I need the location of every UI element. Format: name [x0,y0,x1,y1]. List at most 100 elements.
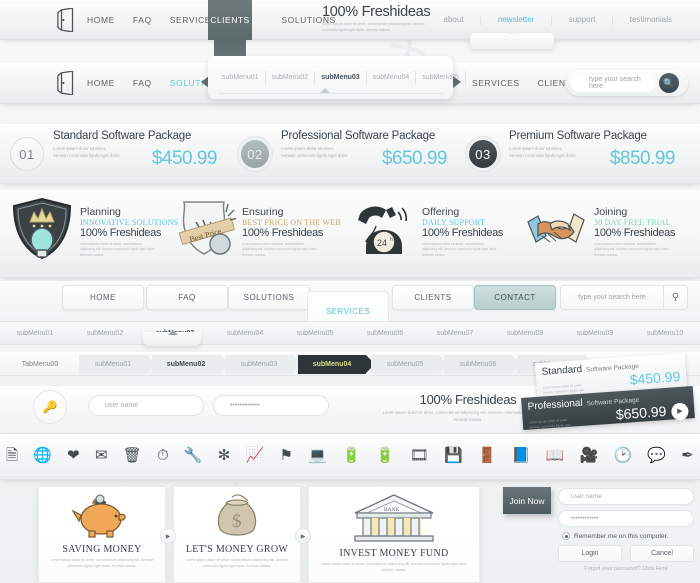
nav3-submenu-item[interactable]: subMenu08 [490,330,560,337]
nav2-submenu-item[interactable]: subMenu05 [416,70,466,85]
nav2-search[interactable]: type your search here 🔍 [566,70,688,96]
remember-me-checkbox[interactable] [562,532,570,540]
nav1-right-group: about | newsletter | support | testimoni… [430,0,686,40]
nav2-item-services[interactable]: SERVICES [463,63,529,103]
nav2-submenu-item[interactable]: subMenu04 [367,70,417,85]
nav1-item-faq[interactable]: FAQ [124,0,161,40]
login-password-input[interactable]: •••••••••••• [558,510,694,527]
card-invest-money-fund[interactable]: BANK INVEST MONEY FUND Lorem ipsum dolor… [308,486,480,583]
key-icon: 🔑 [33,390,67,424]
nav2-submenu-item[interactable]: subMenu02 [266,70,316,85]
pricing-title: Standard Software Package [53,130,192,142]
floppy-save-icon[interactable]: 💾 [444,448,463,463]
tabmenu-item-05[interactable]: subMenu05 [371,355,448,374]
feature-sub: DAILY SUPPORT [422,218,486,227]
nav2-submenu-item-active[interactable]: subMenu03 [315,70,367,85]
pricing-number: 03 [466,137,500,171]
card-title: INVEST MONEY FUND [339,548,449,559]
tabmenu-item-00[interactable]: TabMenu00 [6,355,74,374]
card-next-arrow-2[interactable]: ▶ [295,528,311,544]
nav3-button-clients[interactable]: CLIENTS [392,285,474,310]
network-nodes-icon[interactable]: ✻ [218,448,231,463]
binders-icon[interactable]: 📘 [512,448,531,463]
heart-plus-icon[interactable]: ❤ [67,448,80,463]
nav3-submenu-item[interactable]: subMenu06 [350,330,420,337]
remember-me-label: Remember me on this computer. [574,532,669,540]
pricing-item-03[interactable]: 03 Premium Software Package Lorem ipsum … [466,124,692,184]
cancel-button[interactable]: Cancel [630,545,694,562]
nav1-item-clients-active[interactable]: CLIENTS [208,0,252,40]
stopwatch-icon[interactable]: ⏱ [157,448,169,463]
trash-icon[interactable]: 🗑 [123,448,142,463]
nav2-item-home[interactable]: HOME [78,63,124,103]
strip-username-input[interactable]: user name [88,395,204,416]
globe-upload-icon[interactable]: 🌐 [33,448,52,463]
nav3-submenu-item[interactable]: subMenu02 [70,330,140,337]
login-username-input[interactable]: user name [558,488,694,505]
feature-planning[interactable]: Planning INNOVATIVE SOLUTIONS 100% Fresh… [10,196,178,272]
nav1-right-testimonials[interactable]: testimonials [616,0,686,40]
card-title: LET'S MONEY GROW [185,544,289,555]
nav3-submenu-item[interactable]: subMenu09 [560,330,630,337]
nav3-submenu-item[interactable]: subMenu10 [630,330,700,337]
nav3-button-faq[interactable]: FAQ [146,285,228,310]
pricing-number: 02 [238,137,272,171]
pricing-item-02[interactable]: 02 Professional Software Package Lorem i… [238,124,460,184]
best-price-badge-icon: Best Price [179,201,236,255]
nav3-button-contact[interactable]: CONTACT [474,285,556,310]
magnifier-icon[interactable]: ⚲ [663,286,687,309]
nav3-search[interactable]: type your search here ⚲ [560,285,688,310]
feather-pen-icon[interactable]: ✒ [681,448,694,463]
tabmenu-item-03[interactable]: subMenu03 [225,355,302,374]
window-cursor-icon[interactable]: 🗎 [6,448,18,463]
nav3-submenu-item[interactable]: subMenu05 [280,330,350,337]
card-next-arrow-1[interactable]: ▶ [160,528,176,544]
nav2-submenu-item[interactable]: subMenu01 [216,70,266,85]
magnifier-icon[interactable]: 🔍 [659,73,679,93]
film-strip-icon[interactable]: 🎞 [410,448,429,463]
nav3-search-input[interactable]: type your search here [561,294,663,301]
feature-joining[interactable]: Joining 30 DAY FREE TRIAL 100% Freshidea… [524,196,675,272]
bar-chart-icon[interactable]: 📈 [246,448,265,463]
nav3-tab-services-active[interactable]: SERVICES [307,291,389,321]
pricing-item-01[interactable]: 01 Standard Software Package Lorem ipsum… [10,124,232,184]
battery-half-icon[interactable]: 🔋 [376,448,395,463]
door-icon[interactable] [56,8,78,32]
wrench-screwdriver-icon[interactable]: 🔧 [184,448,203,463]
open-book-icon[interactable]: 📖 [546,448,565,463]
nav1-item-home[interactable]: HOME [78,0,124,40]
feature-ensuring[interactable]: Best Price Ensuring BEST PRICE ON THE WE… [172,196,341,272]
nav1-right-support[interactable]: support [555,0,610,40]
battery-full-icon[interactable]: 🔋 [342,448,361,463]
nav3-submenu-item[interactable]: subMenu01 [0,330,70,337]
clock-icon[interactable]: 🕑 [613,448,632,463]
tabmenu-item-04-active[interactable]: subMenu04 [298,355,375,374]
nav2-search-input[interactable]: type your search here [571,74,655,92]
tabmenu-item-06[interactable]: subMenu06 [444,355,521,374]
feature-paragraph: Lorem ipsum dolor sit amet, consectetuer… [242,242,318,257]
nav3-button-solutions[interactable]: SOLUTIONS [228,285,310,310]
card-saving-money[interactable]: SAVING MONEY Lorem ipsum dolor sit amet,… [38,486,166,583]
nav3-button-home[interactable]: HOME [62,285,144,310]
flag-icon[interactable]: ⚑ [279,448,292,463]
nav2-item-faq[interactable]: FAQ [124,63,161,103]
login-button[interactable]: Login [558,545,622,562]
video-camera-icon[interactable]: 🎥 [580,448,599,463]
laptop-icon[interactable]: 💻 [308,448,327,463]
speech-bubbles-icon[interactable]: 💬 [647,448,666,463]
strip-password-input[interactable]: •••••••••••• [213,395,329,416]
envelope-pencil-icon[interactable]: ✉ [95,448,108,463]
feature-offering[interactable]: 24 h Offering DAILY SUPPORT 100% Freshid… [352,196,503,272]
forgot-password-link[interactable]: Forgot your password? Click Here [558,566,694,572]
door-exit-icon[interactable]: 🚪 [478,448,497,463]
remember-me-row[interactable]: Remember me on this computer. [562,532,694,540]
nav3-submenu-item[interactable]: subMenu04 [210,330,280,337]
nav1-left-group: HOME FAQ SERVICES SOLUTIONS [0,0,345,40]
nav3-submenu-item[interactable]: subMenu07 [420,330,490,337]
tabmenu-item-02[interactable]: subMenu02 [152,355,229,374]
door-icon[interactable] [56,71,78,95]
card-lets-money-grow[interactable]: $ LET'S MONEY GROW Lorem ipsum dolor sit… [173,486,301,583]
tabmenu-item-01[interactable]: subMenu01 [79,355,156,374]
join-now-button[interactable]: Join Now [503,487,551,514]
play-icon[interactable]: ▶ [670,401,689,421]
